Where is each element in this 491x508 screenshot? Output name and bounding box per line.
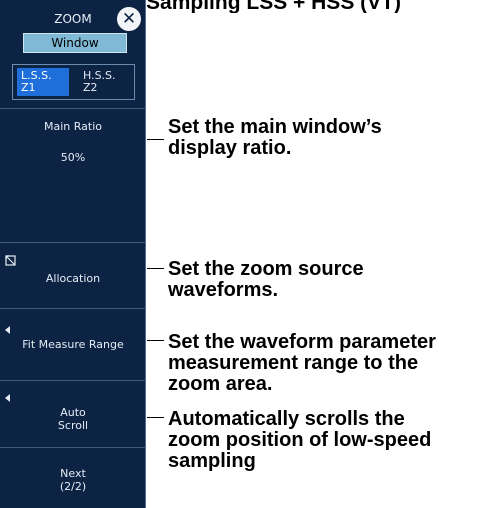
allocation-callout: Set the zoom source waveforms.	[168, 258, 364, 301]
main-ratio-softkey[interactable]: Main Ratio 50%	[0, 109, 146, 175]
main-ratio-label: Main Ratio	[44, 120, 102, 133]
tab-hss-z2[interactable]: H.S.S. Z2	[79, 68, 131, 96]
allocation-label: Allocation	[45, 272, 101, 285]
tab-hss-zoom: Z2	[83, 81, 98, 94]
main-ratio-leader-line	[147, 139, 164, 140]
fit-measure-callout: Set the waveform parameter measurement r…	[168, 331, 436, 395]
auto-scroll-label-line2: Scroll	[57, 419, 89, 432]
next-softkey[interactable]: Next (2/2)	[0, 448, 146, 508]
zoom-tab-row: L.S.S. Z1 H.S.S. Z2	[12, 64, 135, 100]
allocation-leader-line	[147, 268, 164, 269]
next-page-indicator: (2/2)	[59, 480, 87, 493]
auto-scroll-label-line1: Auto	[60, 406, 86, 419]
window-button[interactable]: Window	[23, 33, 127, 53]
allocation-softkey[interactable]: Allocation	[0, 243, 146, 307]
main-ratio-value: 50%	[60, 151, 86, 164]
fit-measure-range-softkey[interactable]: Fit Measure Range	[0, 309, 146, 379]
tab-lss-z1[interactable]: L.S.S. Z1	[17, 68, 69, 96]
left-arrow-icon	[5, 326, 10, 334]
left-arrow-icon	[5, 394, 10, 402]
tab-lss-zoom: Z1	[21, 81, 36, 94]
main-ratio-callout: Set the main window’s display ratio.	[168, 116, 382, 159]
allocation-icon	[5, 255, 16, 266]
auto-scroll-leader-line	[147, 417, 164, 418]
auto-scroll-softkey[interactable]: Auto Scroll	[0, 381, 146, 447]
next-label: Next	[60, 467, 86, 480]
fit-measure-range-label: Fit Measure Range	[22, 338, 124, 351]
auto-scroll-callout: Automatically scrolls the zoom position …	[168, 408, 432, 472]
close-icon[interactable]: ✕	[117, 7, 141, 31]
fit-measure-leader-line	[147, 340, 164, 341]
zoom-softkey-panel: ZOOM ✕ Window L.S.S. Z1 H.S.S. Z2 Main R…	[0, 0, 146, 508]
